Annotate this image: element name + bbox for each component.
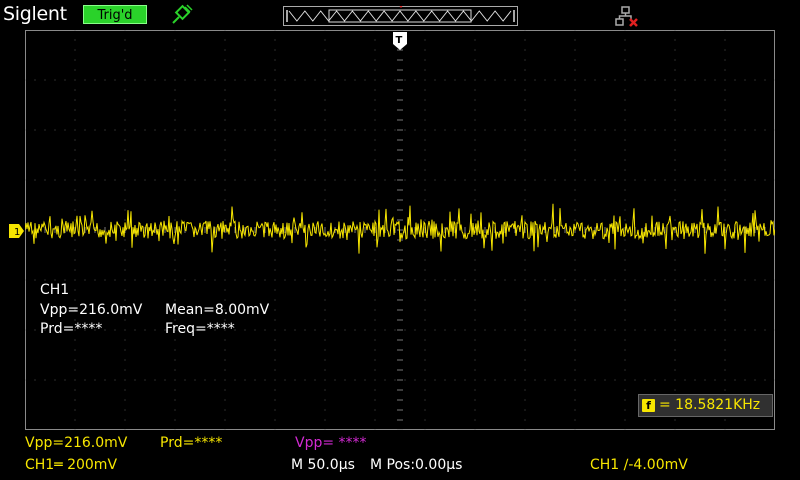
- channel-marker-label: 1: [14, 227, 20, 238]
- trigger-status-badge: Trig'd: [83, 5, 147, 24]
- status-math-vpp: Vpp= ****: [295, 435, 367, 451]
- status-ch1-period: Prd=****: [160, 435, 223, 451]
- channel-1-marker-icon[interactable]: 1: [9, 224, 25, 238]
- horizontal-position[interactable]: M Pos:0.00µs: [370, 457, 462, 473]
- measurement-channel: CH1: [40, 282, 70, 298]
- trigger-setting[interactable]: CH1 ∕-4.00mV: [590, 457, 688, 473]
- frequency-counter-value: = 18.5821KHz: [659, 397, 761, 413]
- measurement-vpp: Vpp=216.0mV: [40, 302, 143, 318]
- brand-label: Siglent: [3, 3, 67, 25]
- timebase-scale[interactable]: M 50.0µs: [291, 457, 355, 473]
- status-ch1-vpp: Vpp=216.0mV: [25, 435, 128, 451]
- memory-depth-indicator: [283, 6, 518, 26]
- top-bar: Siglent Trig'd: [0, 0, 800, 30]
- frequency-icon: f: [642, 399, 655, 412]
- usb-icon: [172, 4, 193, 24]
- trigger-marker-label: T: [396, 35, 403, 46]
- measurement-frequency: Freq=****: [165, 321, 235, 337]
- measurement-mean: Mean=8.00mV: [165, 302, 270, 318]
- measurement-period: Prd=****: [40, 321, 103, 337]
- ch1-vertical-scale[interactable]: CH1═ 200mV: [25, 457, 117, 473]
- waveform-grid[interactable]: [25, 30, 775, 430]
- frequency-counter: f = 18.5821KHz: [638, 394, 773, 417]
- trigger-position-icon[interactable]: T: [393, 32, 407, 50]
- network-disconnected-icon: [615, 6, 638, 27]
